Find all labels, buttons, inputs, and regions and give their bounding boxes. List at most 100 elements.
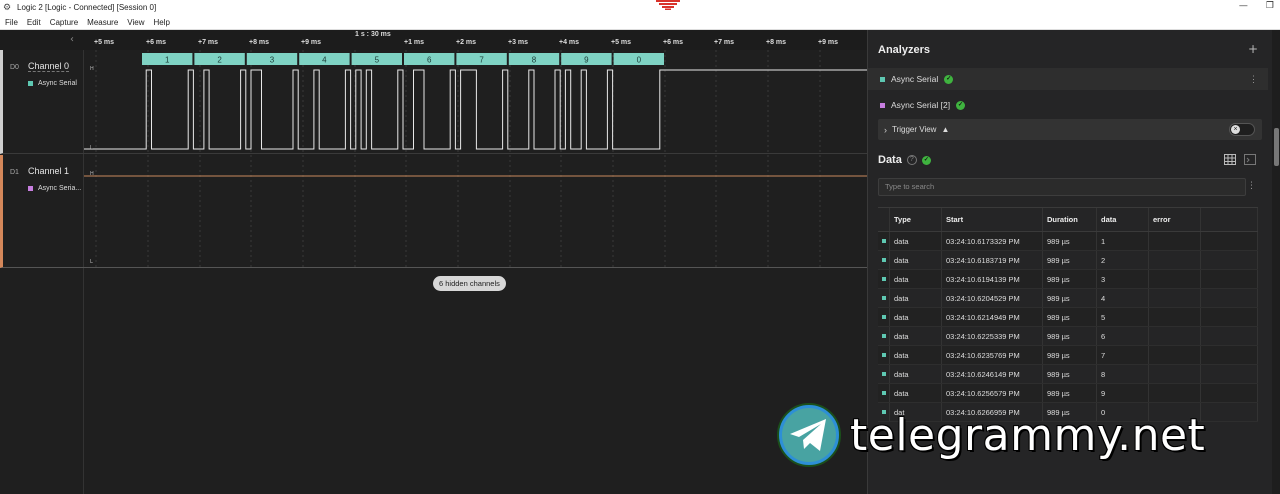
row-marker <box>878 232 890 250</box>
channel-analyzer-tag[interactable]: Async Serial <box>28 80 77 87</box>
check-icon: ✓ <box>944 74 954 84</box>
more-icon[interactable]: ⋮ <box>1247 181 1256 191</box>
table-row[interactable]: data 03:24:10.6183719 PM 989 µs 2 <box>878 251 1258 270</box>
high-level-label: H <box>90 171 94 177</box>
cell-spacer <box>1201 346 1258 364</box>
table-row[interactable]: data 03:24:10.6173329 PM 989 µs 1 <box>878 232 1258 251</box>
plus-icon[interactable]: + <box>1248 42 1258 56</box>
tick-label: +5 ms <box>94 39 115 46</box>
cell-type: data <box>890 384 942 402</box>
tick-label: +6 ms <box>146 39 167 46</box>
time-ruler[interactable]: ‹ 1 s : 30 ms +5 ms +6 ms +7 ms +8 ms +9… <box>0 30 867 50</box>
row-color-marker <box>882 391 886 395</box>
close-icon: × <box>1231 125 1240 134</box>
chevron-right-icon[interactable]: › <box>884 125 887 135</box>
cell-start: 03:24:10.6235769 PM <box>942 346 1043 364</box>
color-swatch <box>28 81 33 86</box>
cell-error <box>1149 308 1201 326</box>
cell-start: 03:24:10.6204529 PM <box>942 289 1043 307</box>
table-row[interactable]: data 03:24:10.6214949 PM 989 µs 5 <box>878 308 1258 327</box>
saleae-logo-icon <box>656 0 680 10</box>
table-row[interactable]: data 03:24:10.6225339 PM 989 µs 6 <box>878 327 1258 346</box>
cell-spacer <box>1201 403 1258 421</box>
panel-scrollbar[interactable] <box>1272 30 1280 494</box>
hidden-channels-button[interactable]: 6 hidden channels <box>433 276 506 291</box>
row-color-marker <box>882 353 886 357</box>
analyzer-item-async-serial-2[interactable]: Async Serial [2] ✓ <box>868 94 1268 116</box>
column-header[interactable]: Duration <box>1043 208 1097 231</box>
waveform-view[interactable]: ‹ 1 s : 30 ms +5 ms +6 ms +7 ms +8 ms +9… <box>0 30 867 494</box>
column-header[interactable]: data <box>1097 208 1149 231</box>
cell-data: 9 <box>1097 384 1149 402</box>
channel-name[interactable]: Channel 0 <box>28 61 70 72</box>
watermark-text: telegrammy.net <box>850 409 1206 461</box>
row-marker <box>878 270 890 288</box>
table-row[interactable]: data 03:24:10.6246149 PM 989 µs 8 <box>878 365 1258 384</box>
table-view-icon[interactable] <box>1224 154 1236 165</box>
chevron-left-icon[interactable]: ‹ <box>70 34 74 45</box>
check-icon: ✓ <box>921 155 931 165</box>
table-row[interactable]: data 03:24:10.6256579 PM 989 µs 9 <box>878 384 1258 403</box>
row-marker <box>878 289 890 307</box>
column-header[interactable]: Start <box>942 208 1043 231</box>
channel-1-row[interactable]: D1 Channel 1 Async Seria... H L <box>0 155 867 268</box>
channel-name[interactable]: Channel 1 <box>28 166 69 176</box>
menu-file[interactable]: File <box>5 18 18 27</box>
row-marker <box>878 384 890 402</box>
restore-icon[interactable]: ❐ <box>1266 1 1274 11</box>
table-header: Type Start Duration data error <box>878 207 1258 232</box>
cell-duration: 989 µs <box>1043 308 1097 326</box>
cell-duration: 989 µs <box>1043 327 1097 345</box>
table-row[interactable]: data 03:24:10.6235769 PM 989 µs 7 <box>878 346 1258 365</box>
center-time-label: 1 s : 30 ms <box>355 31 391 38</box>
app-icon: ⚙ <box>3 2 12 13</box>
cell-duration: 989 µs <box>1043 365 1097 383</box>
channel-id: D0 <box>10 64 19 71</box>
row-marker <box>878 365 890 383</box>
table-row[interactable]: data 03:24:10.6194139 PM 989 µs 3 <box>878 270 1258 289</box>
row-color-marker <box>882 258 886 262</box>
column-header[interactable]: Type <box>890 208 942 231</box>
cell-start: 03:24:10.6246149 PM <box>942 365 1043 383</box>
row-color-marker <box>882 277 886 281</box>
cell-type: data <box>890 365 942 383</box>
cell-spacer <box>1201 384 1258 402</box>
more-icon[interactable]: ⋮ <box>1249 74 1258 85</box>
cell-spacer <box>1201 327 1258 345</box>
high-level-label: H <box>90 66 94 72</box>
table-row[interactable]: data 03:24:10.6204529 PM 989 µs 4 <box>878 289 1258 308</box>
cell-error <box>1149 289 1201 307</box>
cell-data: 7 <box>1097 346 1149 364</box>
menu-capture[interactable]: Capture <box>50 18 78 27</box>
trigger-toggle[interactable]: × <box>1229 123 1255 136</box>
cell-error <box>1149 365 1201 383</box>
scrollbar-thumb[interactable] <box>1274 128 1279 166</box>
telegram-logo-icon <box>777 403 841 467</box>
cell-duration: 989 µs <box>1043 346 1097 364</box>
cell-type: data <box>890 289 942 307</box>
menu-edit[interactable]: Edit <box>27 18 41 27</box>
check-icon: ✓ <box>956 100 966 110</box>
cell-error <box>1149 232 1201 250</box>
cell-data: 5 <box>1097 308 1149 326</box>
cell-duration: 989 µs <box>1043 289 1097 307</box>
analyzer-item-async-serial[interactable]: Async Serial ✓ ⋮ <box>868 68 1268 90</box>
low-level-label: L <box>90 259 93 265</box>
tick-label: +7 ms <box>714 39 735 46</box>
channel-0-row[interactable]: D0 Channel 0 Async Serial H L <box>0 50 867 154</box>
column-header[interactable]: error <box>1149 208 1201 231</box>
menu-help[interactable]: Help <box>153 18 169 27</box>
row-color-marker <box>882 334 886 338</box>
terminal-view-icon[interactable] <box>1244 154 1256 165</box>
help-icon[interactable]: ? <box>906 155 917 165</box>
channel-analyzer-tag[interactable]: Async Seria... <box>28 185 81 192</box>
minimize-icon[interactable]: — <box>1239 1 1248 11</box>
tick-label: +8 ms <box>766 39 787 46</box>
search-input[interactable]: Type to search <box>878 178 1246 196</box>
menu-measure[interactable]: Measure <box>87 18 118 27</box>
trigger-view-row[interactable]: › Trigger View ▲ × <box>878 119 1262 140</box>
cell-error <box>1149 251 1201 269</box>
tick-label: +7 ms <box>198 39 219 46</box>
cell-start: 03:24:10.6173329 PM <box>942 232 1043 250</box>
menu-view[interactable]: View <box>127 18 144 27</box>
